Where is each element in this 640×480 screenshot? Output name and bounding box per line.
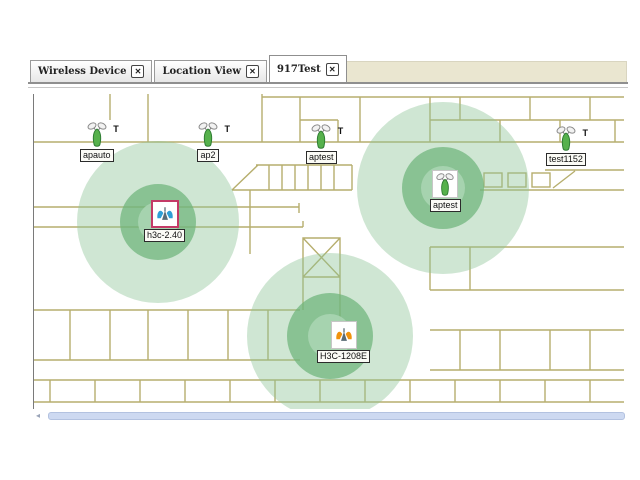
location-view-window: Wireless Device ✕ Location View ✕ 917Tes… <box>28 55 628 423</box>
access-point-ap2[interactable]: T ap2 <box>196 120 220 162</box>
status-badge: T <box>582 128 588 138</box>
tab-bar: Wireless Device ✕ Location View ✕ 917Tes… <box>30 56 349 82</box>
tab-label: Location View <box>162 66 240 77</box>
ap-name-label: aptest <box>430 199 461 212</box>
antenna-icon: T <box>85 120 109 148</box>
status-badge: T <box>338 126 344 136</box>
close-icon[interactable]: ✕ <box>326 63 339 76</box>
scrollbar-thumb[interactable] <box>48 412 625 420</box>
screen: Wireless Device ✕ Location View ✕ 917Tes… <box>0 0 640 480</box>
scroll-left-icon[interactable]: ◂ <box>36 411 40 420</box>
ap-name-label: test1152 <box>546 153 586 166</box>
access-point-apauto[interactable]: T apauto <box>80 120 114 162</box>
ap-name-label: H3C-1208E <box>317 350 370 363</box>
fit-ap-icon <box>331 321 357 349</box>
ap-name-label: h3c-2.40 <box>144 229 185 242</box>
ap-name-label: apauto <box>80 149 114 162</box>
access-point-aptest-top[interactable]: T aptest <box>306 122 337 164</box>
status-badge: T <box>225 124 231 134</box>
tab-label: Wireless Device <box>38 66 126 77</box>
status-badge: T <box>113 124 119 134</box>
close-icon[interactable]: ✕ <box>131 65 144 78</box>
horizontal-scrollbar: ◂ <box>34 411 627 420</box>
close-icon[interactable]: ✕ <box>246 65 259 78</box>
ap-name-label: ap2 <box>197 149 218 162</box>
tab-strip-border <box>28 82 628 88</box>
map-viewport[interactable]: T apauto T ap2 <box>33 94 625 409</box>
access-point-test1152[interactable]: T test1152 <box>546 124 586 166</box>
access-point-h3c-1208e[interactable]: H3C-1208E <box>317 321 370 363</box>
access-point-aptest-right[interactable]: aptest <box>430 170 461 212</box>
ap-name-label: aptest <box>306 151 337 164</box>
antenna-icon: T <box>196 120 220 148</box>
antenna-icon: T <box>309 122 333 150</box>
fit-ap-icon <box>151 200 179 228</box>
access-point-h3c-2-40[interactable]: h3c-2.40 <box>144 200 185 242</box>
tab-917test[interactable]: 917Test ✕ <box>269 55 347 82</box>
antenna-icon <box>432 170 458 198</box>
antenna-icon: T <box>554 124 578 152</box>
tab-location-view[interactable]: Location View ✕ <box>154 60 266 82</box>
tab-wireless-device[interactable]: Wireless Device ✕ <box>30 60 152 82</box>
tab-label: 917Test <box>277 64 321 75</box>
